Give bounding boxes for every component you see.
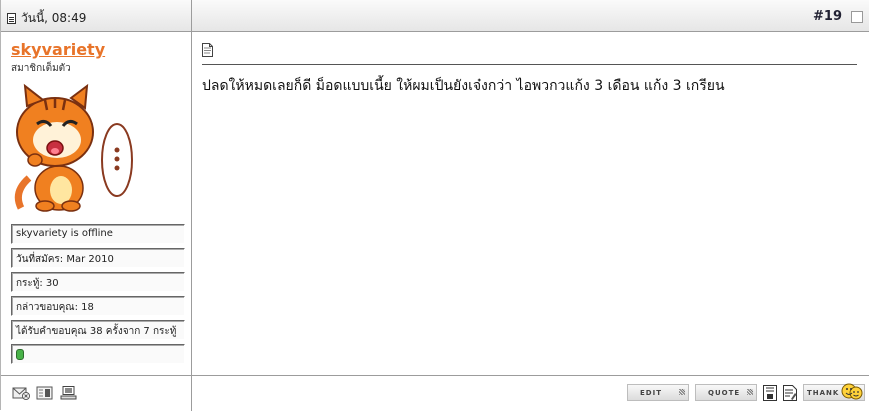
quick-reply-icon[interactable] xyxy=(783,385,797,401)
edit-button-label: EDIT xyxy=(640,388,662,397)
post-header: วันนี้, 08:49 #19 xyxy=(1,0,869,32)
post-date-label: วันนี้, 08:49 xyxy=(21,11,87,25)
thank-button-label: THANK xyxy=(807,388,840,397)
post-count: กระทู้: 30 xyxy=(11,272,185,292)
multi-quote-icon[interactable] xyxy=(763,385,777,401)
post-number-link[interactable]: #19 xyxy=(813,9,842,24)
smiley-thank-icon xyxy=(841,383,863,400)
quote-dropdown-icon xyxy=(747,389,753,395)
header-divider xyxy=(191,0,192,32)
thank-button[interactable]: THANK xyxy=(803,383,865,401)
footer-divider xyxy=(191,376,192,411)
online-status-indicator xyxy=(11,344,185,364)
post-body: ปลดให้หมดเลยก็ดี ม็อดแบบเนี้ย ให้ผมเป็นย… xyxy=(192,32,869,375)
username-link[interactable]: skyvariety xyxy=(11,40,105,59)
post-date: วันนี้, 08:49 xyxy=(7,9,86,28)
user-title: สมาชิกเต็มตัว xyxy=(11,63,71,74)
quote-button[interactable]: QUOTE xyxy=(695,384,757,401)
edit-dropdown-icon xyxy=(679,389,685,395)
profile-card-icon[interactable] xyxy=(36,386,54,400)
edit-button[interactable]: EDIT xyxy=(627,384,689,401)
report-icon[interactable] xyxy=(12,386,30,400)
online-status-text: skyvariety is offline xyxy=(11,224,185,244)
post-icon xyxy=(7,13,16,24)
ip-computer-icon[interactable] xyxy=(60,386,78,400)
footer-left-icons xyxy=(12,386,78,400)
quote-button-label: QUOTE xyxy=(708,388,741,397)
post-page-icon xyxy=(202,43,213,57)
avatar[interactable] xyxy=(11,80,135,212)
join-date: วันที่สมัคร: Mar 2010 xyxy=(11,248,185,268)
select-post-checkbox[interactable] xyxy=(851,11,863,23)
thanks-received: ได้รับคำขอบคุณ 38 ครั้งจาก 7 กระทู้ xyxy=(11,320,185,340)
thanks-given: กล่าวขอบคุณ: 18 xyxy=(11,296,185,316)
forum-post: วันนี้, 08:49 #19 skyvariety สมาชิกเต็มต… xyxy=(0,0,869,411)
status-dot-icon xyxy=(16,349,24,360)
post-title-divider xyxy=(202,64,857,65)
user-info-column: skyvariety สมาชิกเต็มตัว skyvariety is o… xyxy=(1,32,192,375)
post-message: ปลดให้หมดเลยก็ดี ม็อดแบบเนี้ย ให้ผมเป็นย… xyxy=(202,78,725,94)
post-footer: EDIT QUOTE THANK xyxy=(1,375,869,411)
